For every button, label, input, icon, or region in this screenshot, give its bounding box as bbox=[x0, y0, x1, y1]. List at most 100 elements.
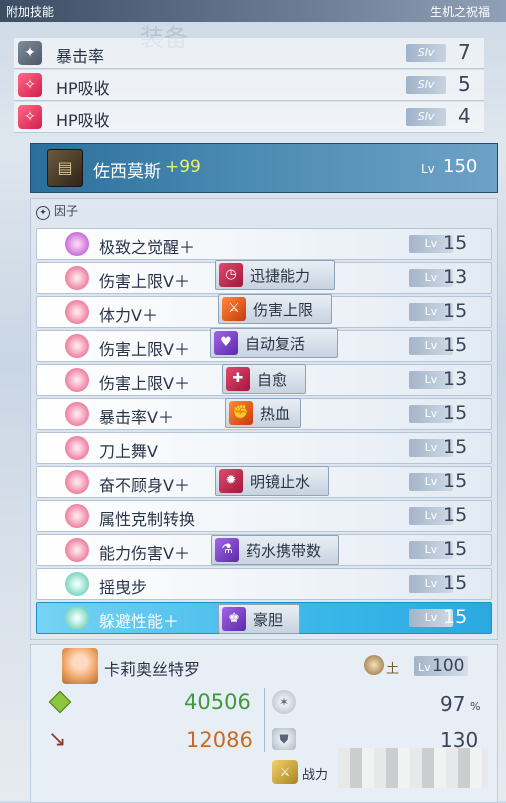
factor-name: 刀上舞Ⅴ bbox=[99, 442, 158, 461]
character-lv-label: Lv bbox=[418, 661, 431, 674]
factor-name: 躲避性能＋ bbox=[99, 612, 180, 631]
power-label: 战力 bbox=[302, 768, 329, 783]
top-bar: 附加技能 生机之祝福 bbox=[0, 0, 506, 22]
defense-icon: ⛊ bbox=[272, 728, 296, 750]
hp-value: 40506 bbox=[184, 690, 251, 714]
factor-level: 13 bbox=[443, 368, 468, 390]
factor-level: 15 bbox=[443, 300, 468, 322]
factor-tag[interactable]: ✚ 自愈 bbox=[222, 364, 306, 394]
factor-name: 暴击率Ⅴ＋ bbox=[99, 408, 174, 427]
crit-unit: % bbox=[470, 700, 481, 713]
crit-value: 97 bbox=[440, 692, 466, 716]
damage-cap-factor-icon bbox=[65, 368, 89, 392]
factor-tag[interactable]: ✹ 明镜止水 bbox=[215, 466, 329, 496]
attack-value: 12086 bbox=[186, 728, 253, 752]
factor-name: 伤害上限Ⅴ＋ bbox=[99, 340, 190, 359]
weapon-banner[interactable]: ▤ 佐西莫斯 +99 Lv 150 bbox=[30, 143, 498, 193]
hp-drain-icon: ✧ bbox=[18, 73, 42, 97]
damage-cap-factor-icon bbox=[65, 334, 89, 358]
sword-icon: ⚔ bbox=[222, 297, 246, 321]
factor-tag-label: 自愈 bbox=[257, 371, 288, 389]
factor-name: 属性克制转换 bbox=[99, 510, 196, 529]
factor-tag[interactable]: ♥ 自动复活 bbox=[210, 328, 338, 358]
skill-damage-factor-icon bbox=[65, 538, 89, 562]
crit-rate-icon: ✶ bbox=[272, 690, 296, 714]
factor-tag[interactable]: ⚗ 药水携带数 bbox=[211, 535, 339, 565]
factor-row[interactable]: 属性克制转换 Lv 15 bbox=[36, 500, 492, 532]
factor-name: 能力伤害Ⅴ＋ bbox=[99, 544, 190, 563]
factor-tag[interactable]: ◷ 迅捷能力 bbox=[215, 260, 335, 290]
factor-tag-label: 伤害上限 bbox=[253, 301, 314, 319]
weapon-plus: +99 bbox=[165, 157, 201, 177]
factor-name: 体力Ⅴ＋ bbox=[99, 306, 158, 325]
bonus-skill-name: 暴击率 bbox=[56, 47, 105, 66]
factor-tag[interactable]: ⚔ 伤害上限 bbox=[218, 294, 332, 324]
character-avatar[interactable] bbox=[62, 648, 98, 684]
element-label: 土 bbox=[386, 662, 400, 677]
blessing-title: 生机之祝福 bbox=[429, 5, 490, 19]
muscle-icon: ✊ bbox=[229, 401, 253, 425]
factor-row[interactable]: 摇曳步 Lv 15 bbox=[36, 568, 492, 600]
bonus-skill-name: HP吸收 bbox=[56, 79, 110, 98]
factor-tag[interactable]: ♚ 豪胆 bbox=[218, 604, 300, 634]
character-level: 100 bbox=[432, 656, 465, 676]
factor-name: 伤害上限Ⅴ＋ bbox=[99, 272, 190, 291]
bonus-skill-level: 4 bbox=[458, 104, 471, 128]
potion-icon: ⚗ bbox=[215, 538, 239, 562]
factor-level: 15 bbox=[443, 504, 468, 526]
awakening-factor-icon bbox=[65, 232, 89, 256]
factor-tag[interactable]: ✊ 热血 bbox=[225, 398, 301, 428]
crit-icon: ✦ bbox=[18, 41, 42, 65]
mirror-icon: ✹ bbox=[219, 469, 243, 493]
factor-level: 15 bbox=[443, 232, 468, 254]
stat-divider bbox=[264, 688, 265, 752]
stamina-factor-icon bbox=[65, 300, 89, 324]
factor-name: 奋不顾身Ⅴ＋ bbox=[99, 476, 190, 495]
reckless-factor-icon bbox=[65, 470, 89, 494]
factor-icon: ✦ bbox=[36, 206, 50, 220]
mosaic-overlay bbox=[338, 748, 488, 788]
additional-skills-title: 附加技能 bbox=[6, 5, 55, 19]
factor-section-title: ✦ 因子 bbox=[36, 202, 78, 220]
factor-level: 15 bbox=[443, 470, 468, 492]
factor-section-label: 因子 bbox=[54, 204, 79, 218]
earth-element-icon bbox=[364, 655, 384, 675]
heal-icon: ✚ bbox=[226, 367, 250, 391]
bonus-skill-row: ✧ HP吸收 Slv 4 bbox=[14, 102, 484, 133]
factor-name: 极致之觉醒＋ bbox=[99, 238, 196, 257]
factor-tag-label: 自动复活 bbox=[245, 335, 306, 353]
weapon-name: 佐西莫斯 bbox=[93, 162, 161, 182]
factor-level: 15 bbox=[443, 436, 468, 458]
bonus-skill-name: HP吸收 bbox=[56, 111, 110, 130]
factor-tag-label: 明镜止水 bbox=[250, 473, 311, 491]
bonus-skill-row: ✦ 暴击率 Slv 7 bbox=[14, 38, 484, 69]
damage-cap-factor-icon bbox=[65, 266, 89, 290]
bonus-skill-level: 5 bbox=[458, 72, 471, 96]
element-shift-factor-icon bbox=[65, 504, 89, 528]
factor-level: 13 bbox=[443, 266, 468, 288]
factor-row[interactable]: 极致之觉醒＋ Lv 15 bbox=[36, 228, 492, 260]
factor-tag-label: 药水携带数 bbox=[246, 542, 322, 560]
factor-level: 15 bbox=[443, 606, 468, 628]
bonus-skill-level: 7 bbox=[458, 40, 471, 64]
slv-label: Slv bbox=[406, 76, 446, 94]
factor-row[interactable]: 刀上舞Ⅴ Lv 15 bbox=[36, 432, 492, 464]
factor-tag-label: 热血 bbox=[260, 405, 291, 423]
factor-tag-label: 豪胆 bbox=[253, 611, 284, 629]
bonus-skill-row: ✧ HP吸收 Slv 5 bbox=[14, 70, 484, 101]
swaying-step-factor-icon bbox=[65, 572, 89, 596]
crit-factor-icon bbox=[65, 402, 89, 426]
attack-icon: ↘ bbox=[48, 727, 67, 752]
slv-label: Slv bbox=[406, 108, 446, 126]
character-name: 卡莉奥丝特罗 bbox=[104, 660, 201, 679]
hp-drain-icon: ✧ bbox=[18, 105, 42, 129]
grimoire-icon: ▤ bbox=[47, 149, 83, 187]
weapon-lv-label: Lv bbox=[421, 162, 435, 176]
factor-level: 15 bbox=[443, 538, 468, 560]
evasion-factor-icon bbox=[65, 606, 89, 630]
revive-icon: ♥ bbox=[214, 331, 238, 355]
clock-icon: ◷ bbox=[219, 263, 243, 287]
factor-level: 15 bbox=[443, 402, 468, 424]
slv-label: Slv bbox=[406, 44, 446, 62]
courage-icon: ♚ bbox=[222, 607, 246, 631]
